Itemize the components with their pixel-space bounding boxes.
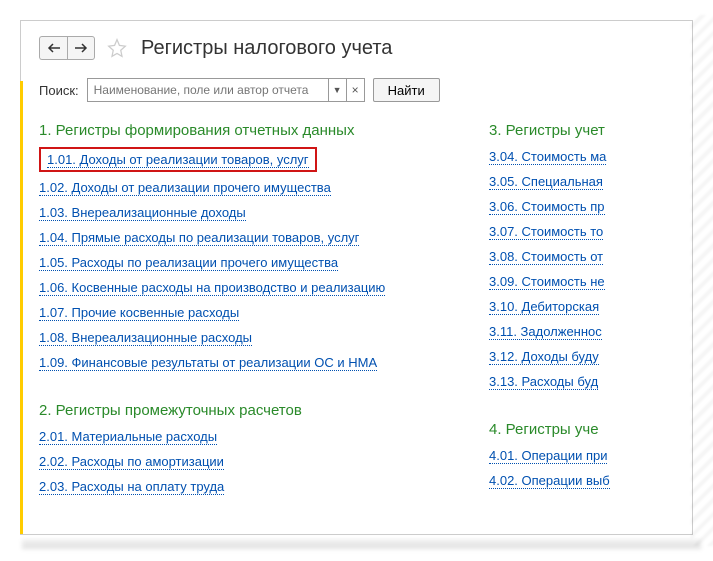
register-link[interactable]: 4.02. Операции выб	[489, 473, 669, 488]
accent-bar	[20, 81, 23, 534]
shadow-decoration	[22, 539, 701, 549]
section-title: 2. Регистры промежуточных расчетов	[39, 402, 449, 419]
register-link[interactable]: 1.02. Доходы от реализации прочего имуще…	[39, 180, 449, 195]
register-link[interactable]: 3.10. Дебиторская	[489, 299, 669, 314]
register-link[interactable]: 3.05. Специальная	[489, 174, 669, 189]
search-label: Поиск:	[39, 83, 79, 98]
search-row: Поиск: ▼ × Найти	[39, 78, 674, 102]
register-link[interactable]: 3.07. Стоимость то	[489, 224, 669, 239]
register-link[interactable]: 2.03. Расходы на оплату труда	[39, 479, 449, 494]
search-input-group: ▼ ×	[87, 78, 365, 102]
register-link[interactable]: 3.09. Стоимость не	[489, 274, 669, 289]
section-title: 1. Регистры формирования отчетных данных	[39, 122, 449, 139]
register-link[interactable]: 1.09. Финансовые результаты от реализаци…	[39, 355, 449, 370]
search-input[interactable]	[88, 79, 328, 101]
content-columns: 1. Регистры формирования отчетных данных…	[39, 118, 674, 504]
torn-edge-decoration	[691, 15, 713, 546]
left-column: 1. Регистры формирования отчетных данных…	[39, 118, 449, 504]
back-button[interactable]	[39, 36, 67, 60]
register-link[interactable]: 3.04. Стоимость ма	[489, 149, 669, 164]
register-link[interactable]: 3.12. Доходы буду	[489, 349, 669, 364]
register-link[interactable]: 2.01. Материальные расходы	[39, 429, 449, 444]
header-row: Регистры налогового учета	[39, 36, 674, 60]
page-title: Регистры налогового учета	[141, 37, 392, 60]
find-button[interactable]: Найти	[373, 78, 440, 102]
register-link[interactable]: 3.08. Стоимость от	[489, 249, 669, 264]
favorite-star-icon[interactable]	[107, 38, 127, 58]
register-link[interactable]: 1.05. Расходы по реализации прочего имущ…	[39, 255, 449, 270]
search-clear-button[interactable]: ×	[346, 79, 364, 101]
arrow-left-icon	[47, 43, 61, 53]
register-link[interactable]: 3.06. Стоимость пр	[489, 199, 669, 214]
register-link[interactable]: 1.06. Косвенные расходы на производство …	[39, 280, 449, 295]
section-title: 3. Регистры учет	[489, 122, 669, 139]
register-link[interactable]: 1.04. Прямые расходы по реализации товар…	[39, 230, 449, 245]
register-link[interactable]: 1.08. Внереализационные расходы	[39, 330, 449, 345]
arrow-right-icon	[74, 43, 88, 53]
section-title: 4. Регистры уче	[489, 421, 669, 438]
highlighted-link[interactable]: 1.01. Доходы от реализации товаров, услу…	[39, 147, 317, 172]
right-column: 3. Регистры учет 3.04. Стоимость ма 3.05…	[489, 118, 669, 504]
register-link[interactable]: 2.02. Расходы по амортизации	[39, 454, 449, 469]
forward-button[interactable]	[67, 36, 95, 60]
register-link[interactable]: 4.01. Операции при	[489, 448, 669, 463]
search-dropdown-button[interactable]: ▼	[328, 79, 346, 101]
register-link[interactable]: 3.11. Задолженнос	[489, 324, 669, 339]
register-link[interactable]: 1.03. Внереализационные доходы	[39, 205, 449, 220]
register-link[interactable]: 1.07. Прочие косвенные расходы	[39, 305, 449, 320]
main-panel: Регистры налогового учета Поиск: ▼ × Най…	[20, 20, 693, 535]
register-link[interactable]: 3.13. Расходы буд	[489, 374, 669, 389]
nav-button-group	[39, 36, 95, 60]
